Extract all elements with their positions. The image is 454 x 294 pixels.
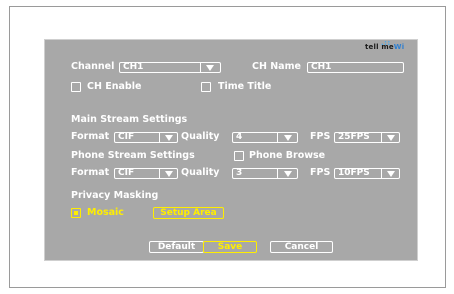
main-quality-dropdown[interactable]: 4	[232, 132, 298, 143]
channel-value: CH1	[123, 62, 144, 72]
chevron-down-icon	[387, 171, 395, 177]
phone-quality-dropdown[interactable]: 3	[232, 168, 298, 179]
chevron-down-icon	[206, 65, 214, 71]
main-quality-label: Quality	[181, 131, 220, 142]
phone-fps-dropdown[interactable]: 10FPS	[334, 168, 400, 179]
privacy-heading: Privacy Masking	[71, 190, 159, 201]
phone-format-label: Format	[71, 167, 110, 178]
time-title-label: Time Title	[218, 81, 272, 92]
main-fps-value: 25FPS	[338, 132, 370, 142]
phone-quality-value: 3	[236, 168, 243, 178]
main-fps-label: FPS	[310, 131, 331, 142]
phone-stream-heading: Phone Stream Settings	[71, 150, 195, 161]
main-format-label: Format	[71, 131, 110, 142]
phone-quality-label: Quality	[181, 167, 220, 178]
channel-dropdown[interactable]: CH1	[119, 62, 221, 73]
chevron-down-icon	[284, 171, 292, 177]
main-fps-dropdown[interactable]: 25FPS	[334, 132, 400, 143]
setup-area-button[interactable]: Setup Area	[153, 207, 224, 219]
ch-name-label: CH Name	[252, 61, 301, 72]
ch-name-input[interactable]: CH1	[307, 62, 404, 73]
chevron-down-icon	[165, 171, 173, 177]
cancel-button[interactable]: Cancel	[270, 241, 333, 253]
main-stream-heading: Main Stream Settings	[71, 114, 188, 125]
chevron-down-icon	[165, 135, 173, 141]
ch-enable-label: CH Enable	[87, 81, 142, 92]
default-button[interactable]: Default	[149, 241, 204, 253]
settings-panel: . : : tell meWi Channel CH1 CH Name CH1 …	[44, 39, 418, 261]
phone-browse-label: Phone Browse	[249, 150, 326, 161]
brand-logo: . : : tell meWi	[365, 39, 405, 51]
save-button[interactable]: Save	[203, 241, 257, 253]
chevron-down-icon	[284, 135, 292, 141]
phone-fps-label: FPS	[310, 167, 331, 178]
chevron-down-icon	[387, 135, 395, 141]
phone-format-value: CIF	[118, 168, 135, 178]
phone-fps-value: 10FPS	[338, 168, 370, 178]
phone-browse-checkbox[interactable]	[234, 151, 244, 161]
time-title-checkbox[interactable]	[201, 82, 211, 92]
main-format-value: CIF	[118, 132, 135, 142]
mosaic-label: Mosaic	[87, 207, 124, 218]
phone-format-dropdown[interactable]: CIF	[114, 168, 178, 179]
mosaic-checkbox[interactable]	[71, 208, 81, 218]
main-format-dropdown[interactable]: CIF	[114, 132, 178, 143]
ch-enable-checkbox[interactable]	[71, 82, 81, 92]
main-quality-value: 4	[236, 132, 243, 142]
channel-label: Channel	[71, 61, 115, 72]
